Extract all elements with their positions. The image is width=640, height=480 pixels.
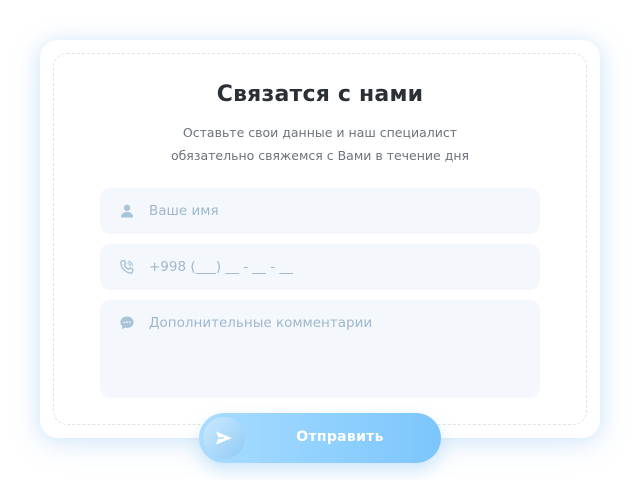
form-subtitle-line2: обязательно свяжемся с Вами в течение дн… bbox=[170, 148, 470, 163]
comment-field[interactable]: Дополнительные комментарии bbox=[100, 300, 540, 398]
submit-button[interactable]: Отправить bbox=[199, 413, 441, 463]
submit-button-label: Отправить bbox=[296, 429, 384, 445]
name-field[interactable]: Ваше имя bbox=[100, 188, 540, 234]
page: Связатся с нами Оставьте свои данные и н… bbox=[0, 0, 640, 480]
user-icon bbox=[119, 203, 135, 219]
name-placeholder: Ваше имя bbox=[149, 203, 219, 219]
form-title: Связатся с нами bbox=[216, 82, 424, 107]
chat-icon bbox=[119, 315, 135, 331]
phone-field[interactable]: +998 (___) __ - __ - __ bbox=[100, 244, 540, 290]
phone-icon bbox=[119, 259, 135, 275]
form-subtitle-line1: Оставьте свои данные и наш специалист bbox=[182, 125, 458, 140]
comment-placeholder: Дополнительные комментарии bbox=[149, 315, 373, 331]
phone-placeholder: +998 (___) __ - __ - __ bbox=[149, 259, 293, 275]
